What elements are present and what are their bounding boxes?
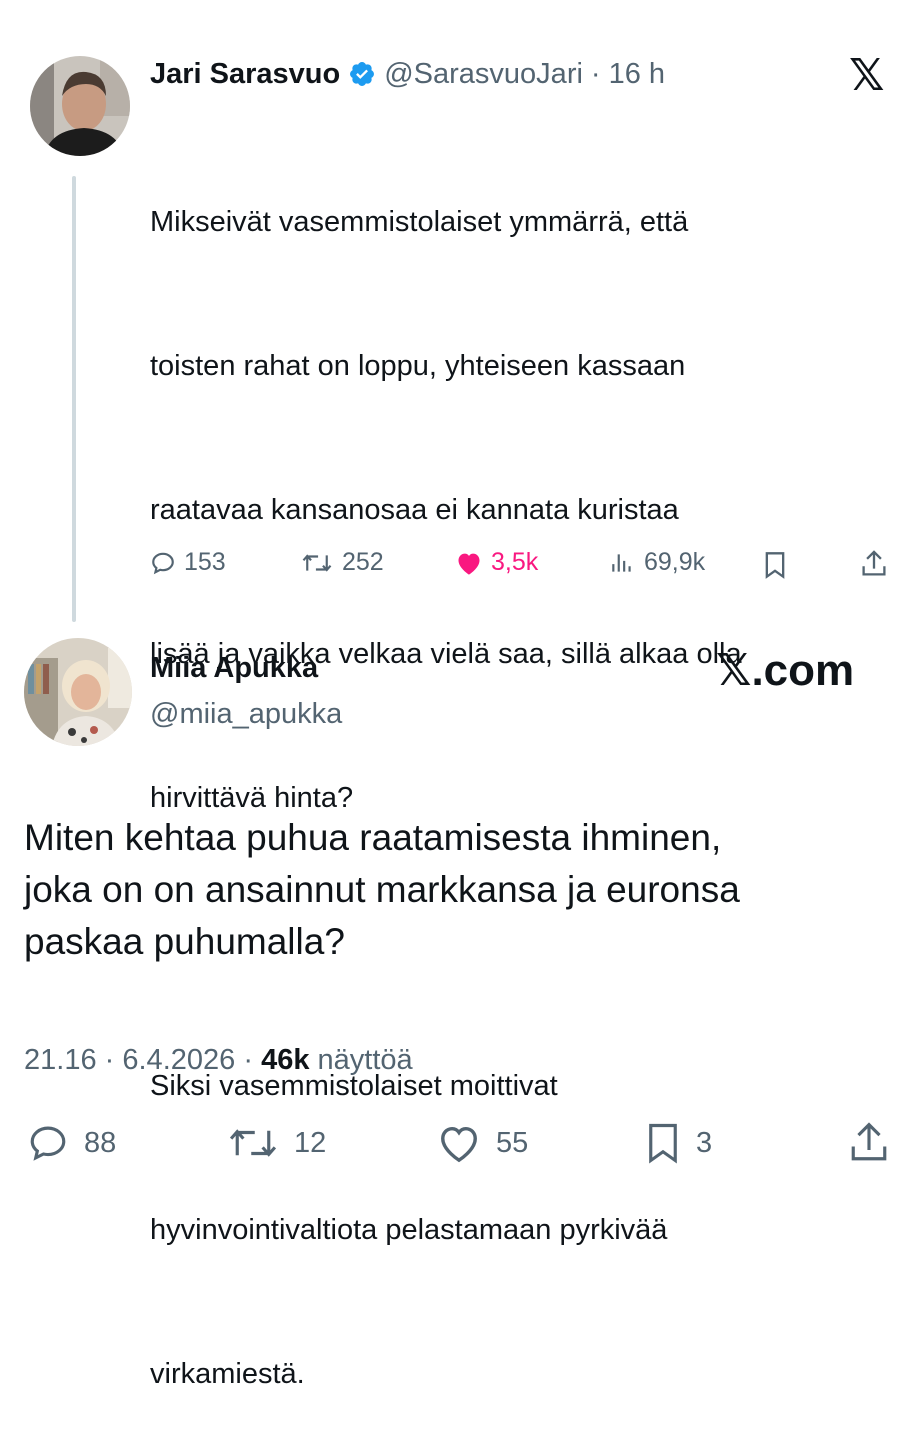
- bookmark-icon[interactable]: [762, 551, 788, 584]
- views-count: 46k: [261, 1044, 310, 1076]
- author-name[interactable]: Miia Apukka: [150, 652, 318, 685]
- tweet-date[interactable]: 6.4.2026: [122, 1044, 235, 1076]
- thread-connector-line: [72, 176, 76, 622]
- tweet-time[interactable]: 16 h: [609, 58, 665, 91]
- repost-icon: [229, 1129, 277, 1157]
- x-logo-icon[interactable]: 𝕏: [849, 54, 884, 98]
- reply-button[interactable]: 88: [26, 1122, 116, 1164]
- reply-count: 88: [84, 1126, 117, 1159]
- tweet-meta: 21.16 · 6.4.2026 · 46k näyttöä: [24, 1044, 413, 1077]
- author-name[interactable]: Jari Sarasvuo: [150, 58, 340, 91]
- tweet-text-line: virkamiestä.: [150, 1358, 305, 1390]
- tweet-text-line: joka on on ansainnut markkansa ja eurons…: [24, 869, 740, 910]
- separator-dot: ·: [243, 1044, 253, 1076]
- x-com-brand: 𝕏.com: [716, 646, 855, 695]
- share-icon[interactable]: [860, 549, 888, 584]
- tweet-text-line: hyvinvointivaltiota pelastamaan pyrkivää: [150, 1214, 668, 1246]
- like-count: 3,5k: [491, 548, 539, 576]
- bookmark-count: 3: [696, 1126, 713, 1159]
- avatar-miia[interactable]: [24, 638, 132, 746]
- views-label: näyttöä: [317, 1044, 413, 1076]
- views-button[interactable]: 69,9k: [608, 548, 705, 577]
- views-count: 69,9k: [644, 548, 706, 576]
- tweet1-header: Jari Sarasvuo @SarasvuoJari · 16 h: [150, 54, 665, 94]
- bookmark-button[interactable]: 3: [644, 1122, 712, 1164]
- like-icon: [458, 553, 480, 575]
- tweet-text-line: Mikseivät vasemmistolaiset ymmärrä, että: [150, 206, 689, 238]
- avatar-miia-image: [24, 638, 132, 746]
- tweet-text-line: toisten rahat on loppu, yhteiseen kassaa…: [150, 350, 686, 382]
- tweet1-text: Mikseivät vasemmistolaiset ymmärrä, että…: [150, 102, 900, 1446]
- tweet-text-line: paskaa puhumalla?: [24, 921, 345, 962]
- repost-count: 12: [294, 1126, 327, 1159]
- tweet-time[interactable]: 21.16: [24, 1044, 97, 1076]
- like-button[interactable]: 3,5k: [455, 548, 538, 577]
- verified-badge-icon: [348, 60, 376, 88]
- avatar-jari-image: [30, 56, 130, 156]
- tweet-text-line: raatavaa kansanosaa ei kannata kuristaa: [150, 494, 679, 526]
- reply-count: 153: [184, 548, 226, 576]
- repost-count: 252: [342, 548, 384, 576]
- like-button[interactable]: 55: [436, 1122, 528, 1164]
- avatar-jari[interactable]: [30, 56, 130, 156]
- repost-button[interactable]: 252: [300, 548, 384, 577]
- author-handle[interactable]: @miia_apukka: [150, 698, 342, 731]
- repost-icon: [302, 553, 332, 572]
- tweet-text-line: Miten kehtaa puhua raatamisesta ihminen,: [24, 817, 722, 858]
- author-handle[interactable]: @SarasvuoJari: [384, 58, 583, 91]
- share-icon[interactable]: [848, 1120, 890, 1171]
- reply-icon: [30, 1126, 66, 1161]
- tweet2-text: Miten kehtaa puhua raatamisesta ihminen,…: [24, 812, 904, 968]
- separator-dot: ·: [590, 57, 601, 90]
- views-icon: [612, 553, 631, 572]
- bookmark-icon: [649, 1123, 677, 1164]
- like-count: 55: [496, 1126, 529, 1159]
- reply-button[interactable]: 153: [150, 548, 226, 577]
- like-icon: [441, 1126, 477, 1163]
- separator-dot: ·: [104, 1044, 115, 1076]
- repost-button[interactable]: 12: [226, 1122, 326, 1164]
- reply-icon: [152, 552, 174, 574]
